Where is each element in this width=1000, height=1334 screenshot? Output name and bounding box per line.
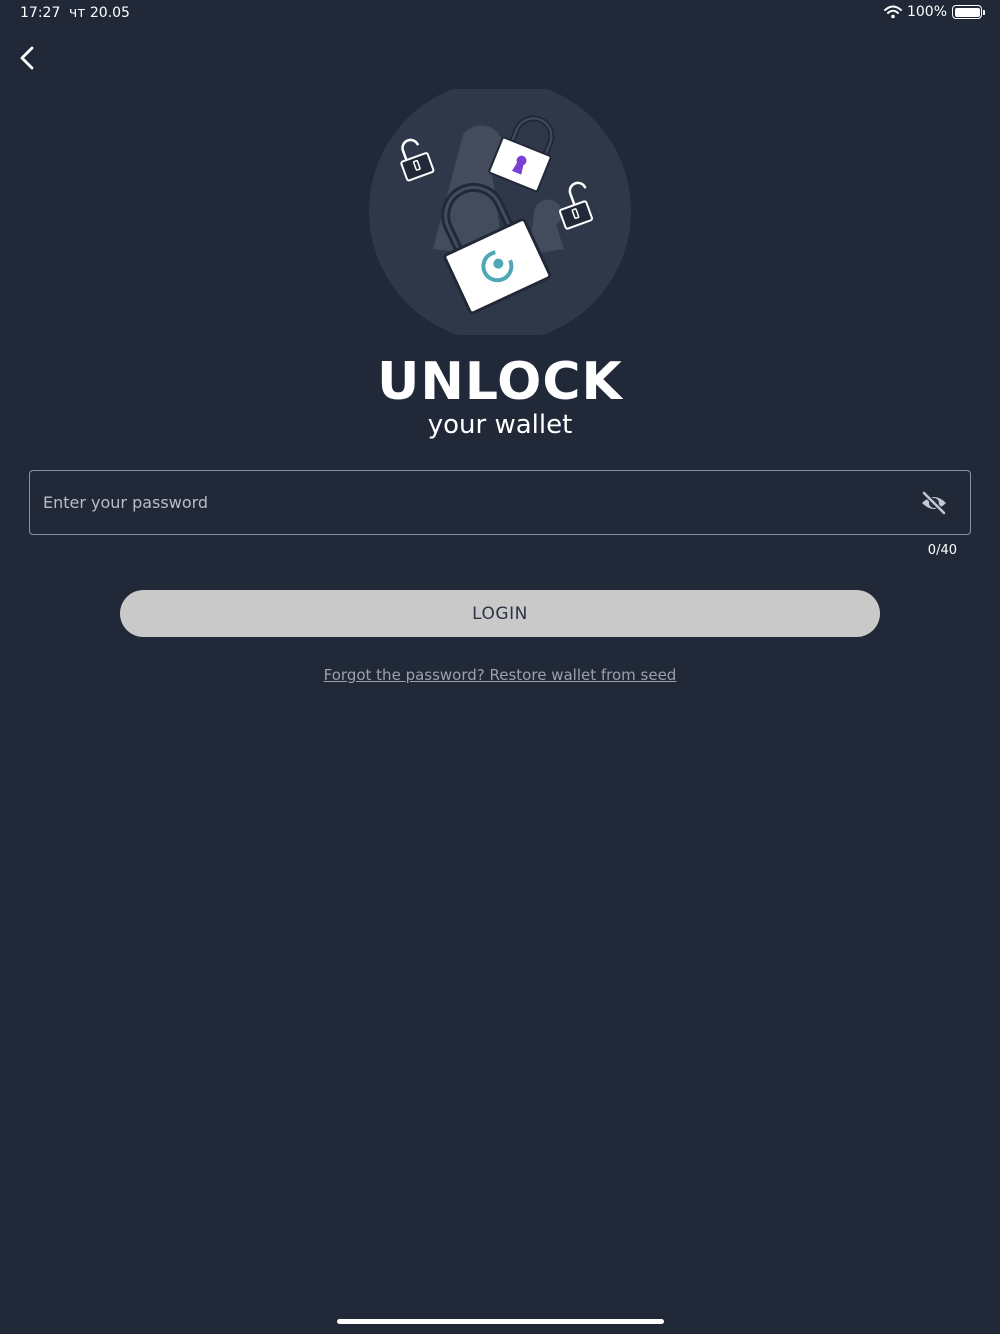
eye-off-icon: [922, 490, 946, 515]
password-visibility-toggle[interactable]: [918, 487, 950, 519]
status-time: 17:27: [20, 5, 61, 21]
password-char-counter: 0/40: [927, 543, 957, 558]
password-input[interactable]: [30, 471, 918, 534]
page-title: UNLOCK: [377, 352, 623, 412]
home-indicator: [337, 1319, 664, 1324]
restore-wallet-link[interactable]: Forgot the password? Restore wallet from…: [0, 666, 1000, 684]
login-button[interactable]: LOGIN: [120, 590, 880, 637]
status-bar: 17:27 чт 20.05 100%: [0, 0, 1000, 28]
page-subtitle: your wallet: [427, 410, 573, 440]
wifi-icon: [883, 5, 902, 19]
chevron-left-icon: [20, 46, 34, 70]
battery-percent: 100%: [906, 4, 947, 20]
back-button[interactable]: [12, 42, 44, 74]
battery-icon: [952, 5, 985, 19]
unlock-screen: 17:27 чт 20.05 100% UNLOCK your wallet 0…: [0, 0, 1000, 1334]
password-field[interactable]: [29, 470, 971, 535]
status-date: чт 20.05: [69, 5, 130, 21]
padlocks-illustration: [369, 89, 631, 335]
status-indicators: 100%: [883, 4, 985, 20]
